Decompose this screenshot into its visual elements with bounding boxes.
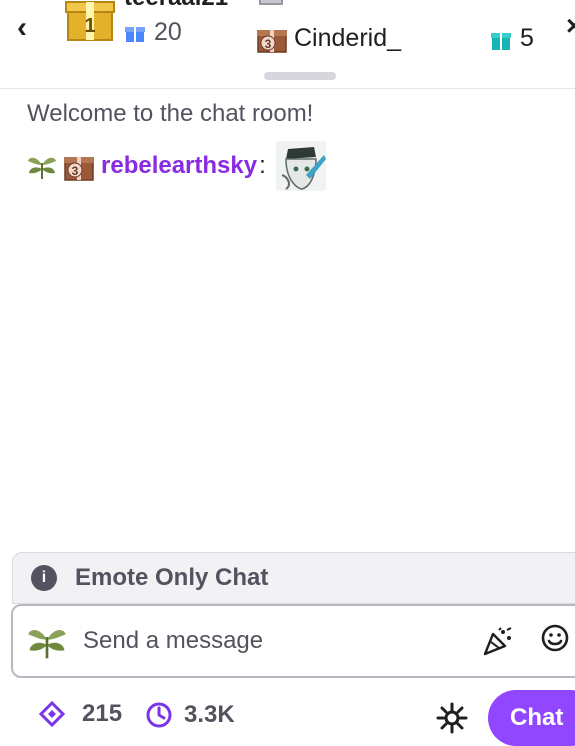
leaf-badge-icon (28, 157, 56, 179)
leader3-gifts[interactable]: 5 (490, 24, 534, 53)
gift-icon (491, 32, 511, 50)
leader2-avatar-fragment (259, 0, 283, 5)
party-popper-icon[interactable] (481, 626, 513, 658)
points-value: 215 (82, 700, 123, 727)
leader2-name: Cinderid_ (294, 24, 402, 52)
back-button[interactable]: ‹ (8, 11, 36, 44)
leader3-gift-count: 5 (520, 24, 534, 52)
message-input[interactable]: Send a message (11, 604, 575, 678)
settings-gear-icon[interactable] (436, 702, 468, 734)
svg-text:3: 3 (72, 164, 79, 178)
drag-handle[interactable] (264, 72, 336, 80)
username-separator: : (259, 152, 266, 179)
points-icon (38, 700, 66, 728)
leader1-gift-count: 20 (154, 18, 182, 46)
watch-time-icon (146, 702, 172, 728)
svg-text:3: 3 (265, 37, 272, 51)
emoji-picker-icon[interactable] (539, 622, 571, 654)
emote-only-text: Emote Only Chat (75, 564, 269, 591)
leader1-gifts: 20 (124, 18, 182, 47)
emote-image[interactable] (275, 141, 326, 191)
leader2-entry[interactable]: 3 Cinderid_ (256, 24, 401, 53)
leader3-avatar-fragment (480, 0, 498, 2)
leaderboard-header: ‹ 1 teeraal21 20 3 Cinderid_ (0, 0, 575, 89)
gift-icon (125, 26, 145, 42)
leader1-name[interactable]: teeraal21 (124, 0, 228, 12)
emote-only-banner: i Emote Only Chat (12, 552, 575, 604)
message-placeholder[interactable]: Send a message (83, 627, 263, 655)
chat-footer: 215 3.3K Chat (0, 690, 575, 746)
chevron-left-icon: ‹ (17, 11, 27, 44)
channel-points[interactable]: 215 (38, 700, 122, 728)
leaf-badge-icon[interactable] (27, 621, 67, 661)
send-chat-button[interactable]: Chat (488, 690, 575, 746)
bronze-gift-badge-icon: 3 (64, 157, 94, 181)
watch-time-value: 3.3K (184, 701, 235, 728)
welcome-message: Welcome to the chat room! (27, 100, 314, 127)
watch-streak[interactable]: 3.3K (144, 700, 235, 730)
chat-message: 3 rebelearthsky : (27, 141, 326, 191)
gold-gift-rank-icon: 1 (65, 1, 115, 41)
chat-username[interactable]: rebelearthsky (101, 152, 257, 180)
close-icon[interactable]: × (566, 10, 575, 42)
info-icon: i (31, 565, 57, 591)
svg-text:1: 1 (84, 15, 95, 37)
bronze-gift-rank-icon: 3 (257, 29, 287, 53)
